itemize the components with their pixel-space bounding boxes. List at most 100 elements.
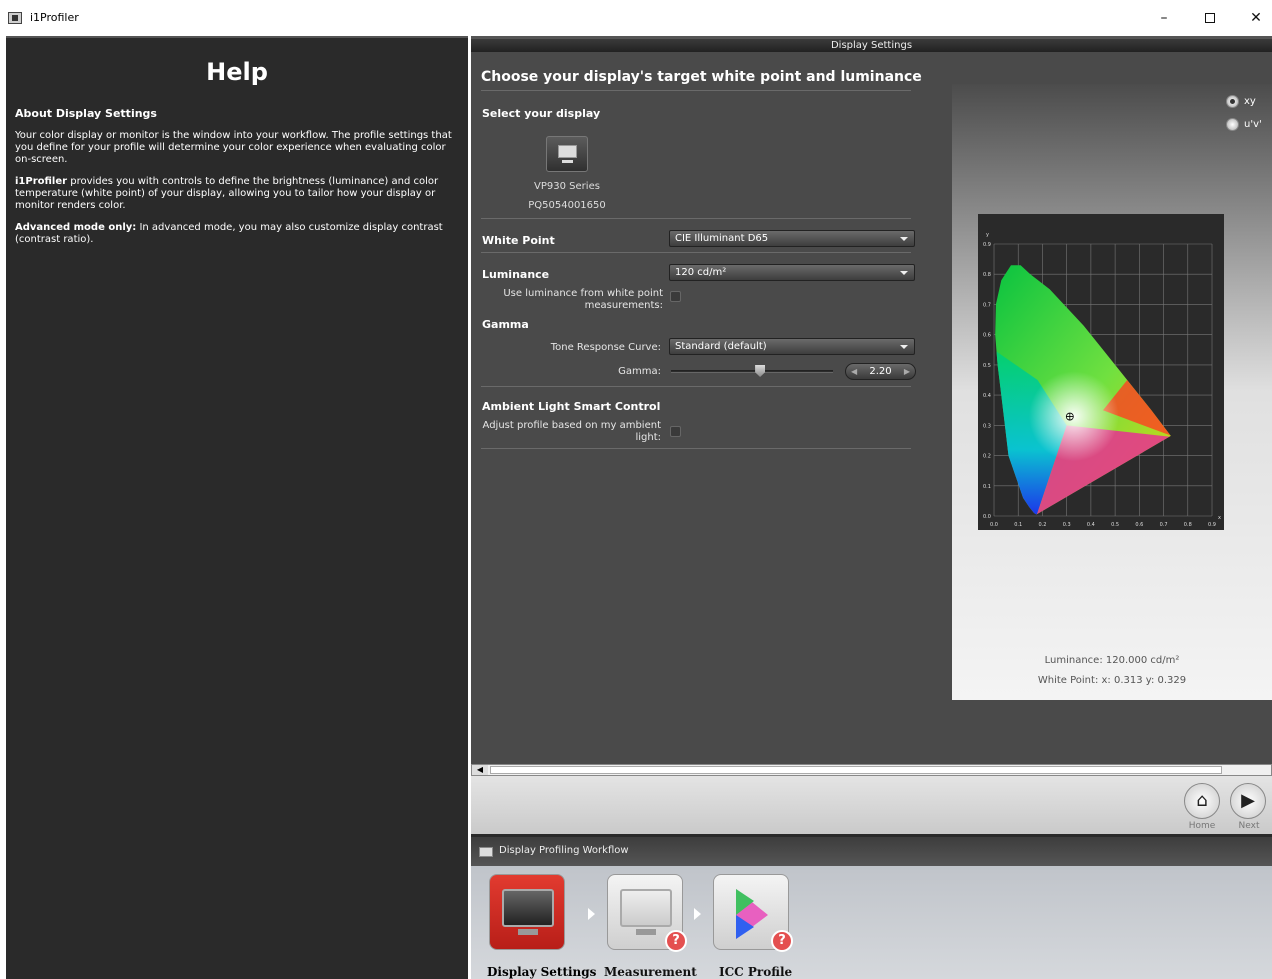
- next-button[interactable]: ▶: [1230, 783, 1266, 819]
- workflow-header: Display Profiling Workflow: [471, 834, 1272, 866]
- chevron-down-icon: [900, 345, 908, 349]
- uv-radio[interactable]: [1226, 118, 1239, 131]
- divider: [481, 252, 911, 253]
- ambient-checkbox[interactable]: [670, 426, 681, 437]
- question-icon: ?: [665, 930, 687, 952]
- xy-radio[interactable]: [1226, 95, 1239, 108]
- play-icon: ▶: [1241, 790, 1255, 811]
- monitor-stand: [562, 160, 573, 163]
- divider: [481, 386, 911, 387]
- chevron-right-icon: [588, 908, 595, 920]
- help-p2-bold: i1Profiler: [15, 176, 68, 187]
- select-display-label: Select your display: [482, 107, 601, 120]
- gamma-label: Gamma:: [618, 366, 661, 377]
- y-tick-label: 0.6: [983, 333, 991, 339]
- chevron-down-icon: [900, 237, 908, 241]
- display-settings-icon: [502, 889, 554, 927]
- help-p2-text: provides you with controls to define the…: [15, 176, 439, 211]
- step-label-measurement: Measurement: [604, 965, 697, 979]
- cie-chart-svg: 0.0 0.1 0.2 0.3 0.4 0.5 0.6 0.7 0.8 0.9 0.0 0.1 0.2 0…: [983, 232, 1221, 528]
- divider: [481, 90, 911, 91]
- luminance-dropdown[interactable]: 120 cd/m²: [669, 264, 915, 281]
- use-luminance-label: Use luminance from white point measureme…: [503, 288, 663, 311]
- display-select-button[interactable]: [546, 136, 588, 172]
- white-point-dropdown[interactable]: CIE Illuminant D65: [669, 230, 915, 247]
- white-point-value: CIE Illuminant D65: [675, 233, 769, 244]
- y-tick-label: 0.9: [983, 242, 991, 248]
- x-tick-label: 0.7: [1160, 522, 1168, 528]
- gamma-slider-thumb[interactable]: [755, 365, 766, 377]
- use-luminance-checkbox[interactable]: [670, 291, 681, 302]
- gamma-section-label: Gamma: [482, 318, 529, 331]
- uv-radio-label: u'v': [1244, 119, 1262, 130]
- x-tick-label: 0.8: [1184, 522, 1192, 528]
- step-label-display-settings: Display Settings: [487, 965, 597, 979]
- app-icon: [8, 12, 22, 24]
- y-tick-label: 0.1: [983, 484, 991, 490]
- x-axis-label: x: [1218, 515, 1221, 521]
- help-body: About Display Settings Your color displa…: [6, 86, 468, 268]
- display-settings-panel: Display Settings Choose your display's t…: [471, 36, 1272, 764]
- x-tick-label: 0.0: [990, 522, 998, 528]
- workflow-steps: ? ? Display Settings Measurement ICC Pro…: [471, 866, 1272, 979]
- step-label-icc-profile: ICC Profile: [719, 965, 793, 979]
- x-tick-label: 0.6: [1135, 522, 1143, 528]
- step-tile: [489, 874, 565, 950]
- scrollbar-thumb[interactable]: [490, 766, 1222, 774]
- close-button[interactable]: ✕: [1236, 4, 1272, 32]
- whitepoint-info: White Point: x: 0.313 y: 0.329: [1037, 675, 1187, 686]
- increment-icon[interactable]: ▶: [904, 364, 910, 379]
- tone-curve-value: Standard (default): [675, 341, 767, 352]
- scroll-left-icon[interactable]: ◀: [472, 765, 488, 775]
- workflow-step-measurement[interactable]: ?: [601, 868, 689, 956]
- nav-bar: ⌂ Home ▶ Next: [471, 776, 1272, 834]
- x-tick-label: 0.2: [1038, 522, 1046, 528]
- x-tick-label: 0.3: [1063, 522, 1071, 528]
- x-tick-label: 0.9: [1208, 522, 1216, 528]
- display-model: VP930 Series: [534, 181, 600, 192]
- help-paragraph-3: Advanced mode only: In advanced mode, yo…: [15, 222, 459, 246]
- maximize-button[interactable]: [1190, 4, 1230, 32]
- tone-curve-label: Tone Response Curve:: [550, 342, 661, 353]
- x-tick-label: 0.5: [1111, 522, 1119, 528]
- spectral-locus: [995, 265, 1171, 515]
- step-icon-base: [636, 929, 656, 935]
- decrement-icon[interactable]: ◀: [851, 364, 857, 379]
- chevron-down-icon: [900, 271, 908, 275]
- help-title: Help: [206, 58, 268, 86]
- gamma-spinbox[interactable]: ◀ 2.20 ▶: [845, 363, 916, 380]
- home-label: Home: [1188, 821, 1216, 831]
- workflow-step-icc-profile[interactable]: ?: [707, 868, 795, 956]
- maximize-icon: [1205, 13, 1215, 23]
- y-tick-label: 0.2: [983, 454, 991, 460]
- y-tick-label: 0.8: [983, 272, 991, 278]
- x-tick-label: 0.4: [1087, 522, 1095, 528]
- help-paragraph-1: Your color display or monitor is the win…: [15, 130, 452, 165]
- help-heading: About Display Settings: [15, 107, 157, 120]
- tone-curve-dropdown[interactable]: Standard (default): [669, 338, 915, 355]
- divider: [481, 448, 911, 449]
- xy-radio-label: xy: [1244, 96, 1256, 107]
- luminance-value: 120 cd/m²: [675, 267, 727, 278]
- display-serial: PQ5054001650: [528, 200, 606, 211]
- y-axis-label: y: [986, 232, 989, 238]
- panel-header: Display Settings: [471, 36, 1272, 52]
- white-point-label: White Point: [482, 234, 555, 247]
- chevron-right-icon: [694, 908, 701, 920]
- minimize-button[interactable]: –: [1144, 4, 1184, 32]
- workflow-step-display-settings[interactable]: [483, 868, 571, 956]
- horizontal-scrollbar[interactable]: ◀: [471, 764, 1272, 776]
- home-button[interactable]: ⌂: [1184, 783, 1220, 819]
- help-panel: Help About Display Settings Your color d…: [6, 36, 468, 979]
- luminance-info: Luminance: 120.000 cd/m²: [1044, 655, 1180, 666]
- window-titlebar: i1Profiler – ✕: [0, 0, 1272, 36]
- next-label: Next: [1238, 821, 1260, 831]
- gamma-slider[interactable]: [671, 370, 833, 373]
- white-point-markers: [1065, 412, 1074, 421]
- gamma-value: 2.20: [869, 366, 892, 377]
- y-tick-label: 0.4: [983, 393, 991, 399]
- measurement-icon: [620, 889, 672, 927]
- x-tick-label: 0.1: [1014, 522, 1022, 528]
- y-tick-label: 0.0: [983, 514, 991, 520]
- page-title: Choose your display's target white point…: [481, 69, 922, 85]
